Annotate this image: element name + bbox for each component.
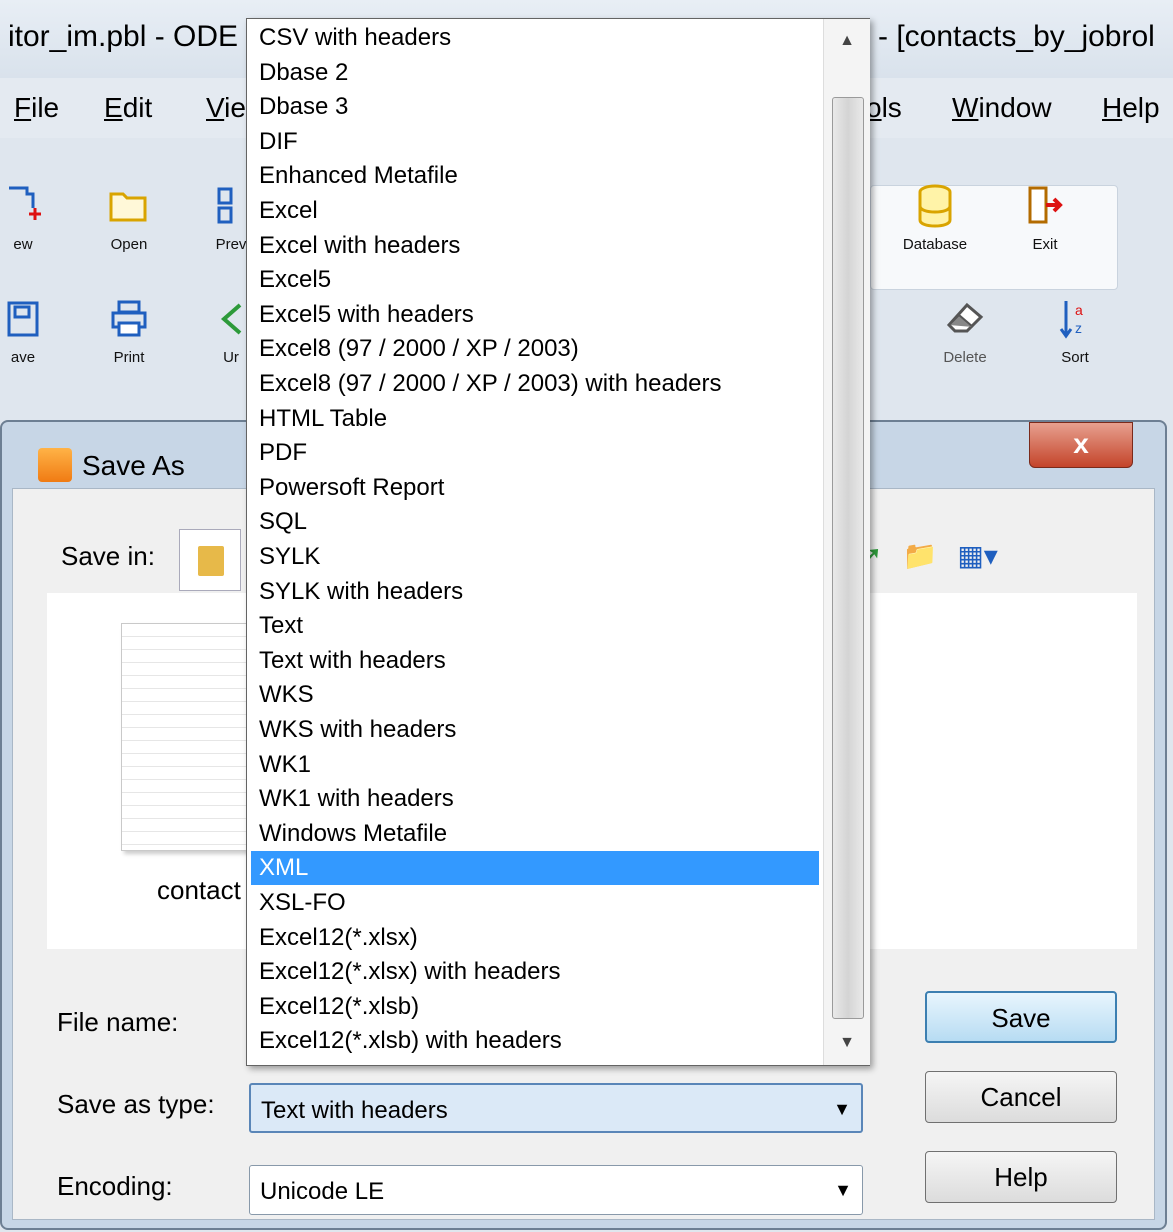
open-button[interactable]: Open [84,182,174,253]
dropdown-option[interactable]: WK1 with headers [251,782,819,816]
svg-text:a: a [1075,302,1083,318]
dropdown-option[interactable]: HTML Table [251,402,819,436]
exit-button[interactable]: Exit [1000,182,1090,253]
open-folder-icon [84,182,174,230]
save-as-type-value: Text with headers [261,1097,448,1124]
cancel-button[interactable]: Cancel [925,1071,1117,1123]
app-title-right: - [contacts_by_jobrol [878,20,1155,53]
dropdown-option[interactable]: WKS [251,678,819,712]
encoding-select[interactable]: Unicode LE ▼ [249,1165,863,1215]
svg-text:z: z [1075,320,1082,336]
new-button[interactable]: ew [0,182,68,253]
dropdown-option[interactable]: Enhanced Metafile [251,159,819,193]
save-in-combo[interactable] [179,529,241,591]
menu-window[interactable]: Window [952,92,1052,124]
save-as-app-icon [38,448,72,482]
app-title-left: itor_im.pbl - ODE [8,20,239,53]
menu-help[interactable]: Help [1102,92,1160,124]
dropdown-option[interactable]: Excel12(*.xlsx) [251,921,819,955]
dropdown-scrollbar[interactable]: ▲ ▼ [823,19,870,1065]
eraser-icon [920,295,1010,343]
dropdown-option[interactable]: Excel12(*.xlsb) with headers [251,1024,819,1058]
dropdown-option[interactable]: Dbase 3 [251,90,819,124]
dropdown-option[interactable]: Excel8 (97 / 2000 / XP / 2003) with head… [251,367,819,401]
encoding-value: Unicode LE [260,1178,385,1205]
database-button[interactable]: Database [890,182,980,253]
dropdown-option[interactable]: Text with headers [251,644,819,678]
file-name-label: File name: [57,1007,179,1037]
menu-file[interactable]: File [14,92,59,124]
dropdown-option[interactable]: Excel5 [251,263,819,297]
dropdown-option[interactable]: SYLK [251,540,819,574]
save-in-label: Save in: [61,541,155,571]
dropdown-option[interactable]: CSV with headers [251,21,819,55]
print-icon [84,295,174,343]
dropdown-option[interactable]: SYLK with headers [251,575,819,609]
scroll-up-icon[interactable]: ▲ [824,21,870,61]
chevron-down-icon: ▼ [833,1099,851,1119]
nav-toolbar: ➚ 📁 ▦▾ [859,539,1018,572]
save-icon [0,295,68,343]
dropdown-option[interactable]: Excel5 with headers [251,298,819,332]
dropdown-option[interactable]: Excel [251,194,819,228]
sort-button[interactable]: az Sort [1030,295,1120,366]
dropdown-option[interactable]: Excel12(*.xlsx) with headers [251,955,819,989]
dropdown-option[interactable]: XML [251,851,819,886]
help-button[interactable]: Help [925,1151,1117,1203]
dropdown-option[interactable]: WK1 [251,748,819,782]
save-button[interactable]: Save [925,991,1117,1043]
file-thumbnail-name: contact [157,875,241,905]
sort-az-icon: az [1030,295,1120,343]
menu-edit[interactable]: Edit [104,92,152,124]
dialog-title: Save As [82,450,185,481]
dropdown-option[interactable]: DIF [251,125,819,159]
scroll-thumb[interactable] [832,97,864,1019]
save-toolbar-button[interactable]: ave [0,295,68,366]
save-as-type-select[interactable]: Text with headers ▼ [249,1083,863,1133]
view-menu-icon[interactable]: ▦▾ [957,540,998,571]
exit-icon [1000,182,1090,230]
chevron-down-icon: ▼ [834,1180,852,1200]
dropdown-option[interactable]: Excel8 (97 / 2000 / XP / 2003) [251,332,819,366]
save-as-type-dropdown[interactable]: CSV with headers Dbase 2 Dbase 3 DIF Enhance… [246,18,870,1066]
dropdown-option[interactable]: Dbase 2 [251,56,819,90]
dropdown-option[interactable]: Windows Metafile [251,817,819,851]
encoding-label: Encoding: [57,1171,173,1201]
folder-icon [198,546,224,576]
dropdown-option[interactable]: Excel with headers [251,229,819,263]
dropdown-option[interactable]: Powersoft Report [251,471,819,505]
new-folder-icon[interactable]: 📁 [902,540,937,571]
dropdown-option[interactable]: WKS with headers [251,713,819,747]
dropdown-option[interactable]: Text [251,609,819,643]
file-thumbnail[interactable] [121,623,261,851]
dropdown-option[interactable]: XSL-FO [251,886,819,920]
scroll-down-icon[interactable]: ▼ [824,1023,870,1063]
database-icon [890,182,980,230]
menu-view[interactable]: Vie [206,92,246,124]
dropdown-option[interactable]: Excel12(*.xlsb) [251,990,819,1024]
save-as-type-label: Save as type: [57,1089,215,1119]
menu-tools[interactable]: ols [866,92,902,124]
dropdown-option[interactable]: SQL [251,505,819,539]
dropdown-option[interactable]: PDF [251,436,819,470]
delete-button[interactable]: Delete [920,295,1010,366]
print-button[interactable]: Print [84,295,174,366]
new-icon [0,182,68,230]
close-button[interactable]: x [1029,422,1133,468]
